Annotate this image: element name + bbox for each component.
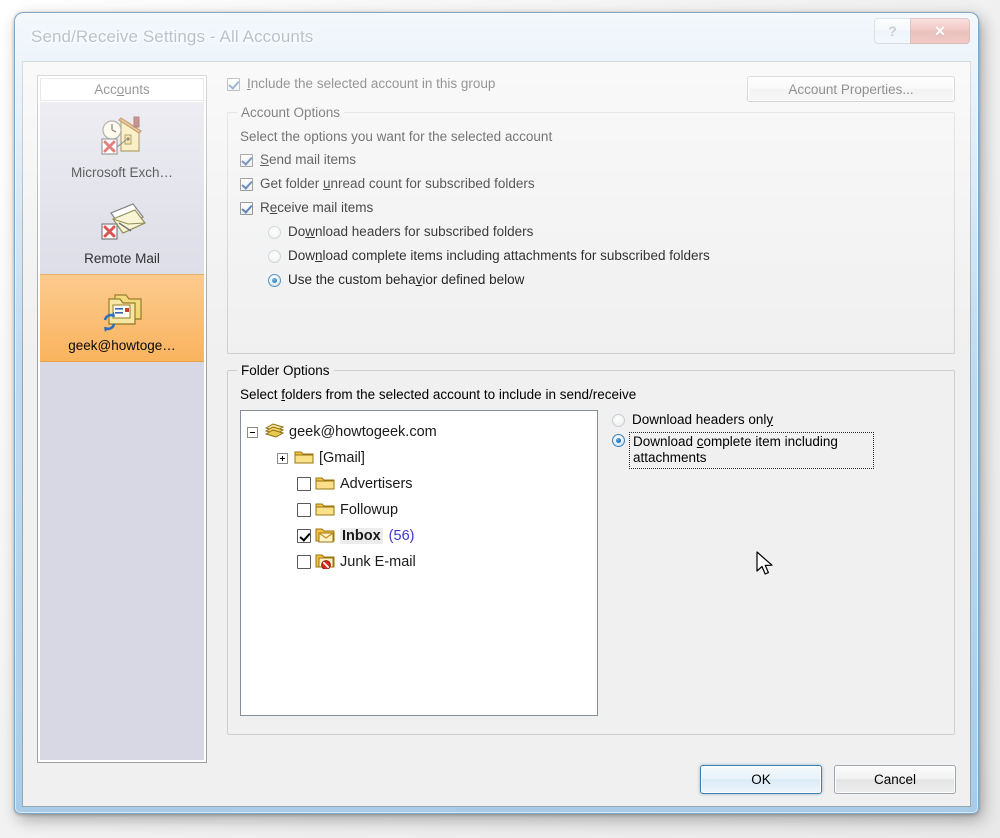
- account-options-group: Account Options Select the options you w…: [227, 105, 955, 354]
- sidebar-item-label: geek@howtoge…: [68, 338, 176, 353]
- receive-mail-items-row[interactable]: Receive mail items: [240, 200, 942, 216]
- inbox-folder-icon: [315, 527, 335, 546]
- tree-node-label: [Gmail]: [319, 450, 365, 466]
- get-unread-count-label: Get folder unread count for subscribed f…: [260, 176, 535, 191]
- folder-options-description: Select folders from the selected account…: [240, 387, 637, 402]
- tree-node-root[interactable]: geek@howtogeek.com: [247, 419, 591, 445]
- account-options-description: Select the options you want for the sele…: [240, 129, 553, 144]
- sidebar-item-geek-account[interactable]: geek@howtoge…: [40, 274, 204, 362]
- accounts-list[interactable]: Microsoft Exch… Remote Mail geek@howtoge…: [40, 102, 204, 760]
- include-account-checkbox-row[interactable]: Include the selected account in this gro…: [227, 76, 495, 92]
- expand-expander-icon[interactable]: [277, 452, 288, 464]
- tree-node-advertisers[interactable]: Advertisers: [247, 471, 591, 497]
- sidebar-item-label: Remote Mail: [84, 251, 160, 266]
- account-properties-button[interactable]: Account Properties...: [747, 76, 955, 102]
- send-mail-items-row[interactable]: Send mail items: [240, 152, 942, 168]
- mailbox-stack-icon: [264, 422, 285, 442]
- tree-node-label: Junk E-mail: [340, 554, 416, 570]
- include-account-row: Include the selected account in this gro…: [219, 70, 963, 102]
- download-headers-subscribed-label: Download headers for subscribed folders: [288, 224, 534, 239]
- include-account-label: Include the selected account in this gro…: [247, 76, 496, 91]
- download-complete-subscribed-row[interactable]: Download complete items including attach…: [268, 248, 942, 264]
- tree-node-label: geek@howtogeek.com: [289, 424, 437, 440]
- tree-node-followup[interactable]: Followup: [247, 497, 591, 523]
- folder-icon: [315, 501, 335, 520]
- ok-button[interactable]: OK: [700, 765, 822, 794]
- junk-folder-icon: [315, 553, 335, 572]
- download-complete-subscribed-label: Download complete items including attach…: [288, 248, 710, 263]
- receive-mail-items-checkbox[interactable]: [240, 202, 253, 215]
- window-title: Send/Receive Settings - All Accounts: [31, 27, 314, 46]
- sidebar-item-label: Microsoft Exch…: [70, 165, 174, 180]
- tree-checkbox-inbox[interactable]: [297, 529, 311, 543]
- download-headers-subscribed-radio[interactable]: [268, 226, 281, 239]
- get-unread-count-checkbox[interactable]: [240, 178, 253, 191]
- dialog-button-bar: OK Cancel: [700, 765, 956, 794]
- folder-icon: [315, 475, 335, 494]
- title-bar: Send/Receive Settings - All Accounts ? ✕: [15, 13, 978, 61]
- send-mail-items-label: Send mail items: [260, 152, 357, 167]
- folder-icon: [294, 449, 314, 468]
- download-headers-only-label: Download headers only: [632, 412, 774, 427]
- tree-node-label: Advertisers: [340, 476, 413, 492]
- dialog-client-area: Accounts Microsoft Exch… Remote Mail gee…: [22, 61, 971, 807]
- download-headers-subscribed-row[interactable]: Download headers for subscribed folders: [268, 224, 942, 240]
- dialog-window: Send/Receive Settings - All Accounts ? ✕…: [14, 12, 979, 814]
- close-glyph: ✕: [934, 22, 946, 39]
- download-complete-item-row[interactable]: Download complete item including attachm…: [612, 432, 874, 469]
- tree-node-inbox[interactable]: Inbox (56): [247, 523, 591, 549]
- tree-node-junk-email[interactable]: Junk E-mail: [247, 549, 591, 575]
- use-custom-behavior-radio[interactable]: [268, 274, 281, 287]
- folder-download-options: Download headers only Download complete …: [612, 410, 874, 716]
- folder-tree[interactable]: geek@howtogeek.com [Gmail] Advertisers F…: [240, 410, 598, 716]
- receive-mail-items-label: Receive mail items: [260, 200, 374, 215]
- folder-selection-area: geek@howtogeek.com [Gmail] Advertisers F…: [240, 410, 942, 716]
- account-options-title: Account Options: [237, 105, 345, 120]
- tree-node-gmail[interactable]: [Gmail]: [247, 445, 591, 471]
- help-icon[interactable]: ?: [874, 18, 910, 44]
- close-icon[interactable]: ✕: [910, 18, 970, 44]
- folder-options-group: Folder Options Select folders from the s…: [227, 363, 955, 735]
- settings-column: Include the selected account in this gro…: [219, 70, 963, 735]
- tree-checkbox-junk-email[interactable]: [297, 555, 311, 569]
- cancel-button[interactable]: Cancel: [834, 765, 956, 794]
- tree-node-label: Inbox: [340, 528, 383, 544]
- use-custom-behavior-label: Use the custom behavior defined below: [288, 272, 525, 287]
- exchange-account-icon: [95, 111, 149, 161]
- get-unread-count-row[interactable]: Get folder unread count for subscribed f…: [240, 176, 942, 192]
- tree-checkbox-advertisers[interactable]: [297, 477, 311, 491]
- tree-checkbox-followup[interactable]: [297, 503, 311, 517]
- accounts-panel: Accounts Microsoft Exch… Remote Mail gee…: [37, 75, 207, 763]
- sidebar-item-remote-mail[interactable]: Remote Mail: [40, 188, 204, 274]
- include-account-checkbox[interactable]: [227, 78, 240, 91]
- send-receive-folder-icon: [95, 284, 149, 334]
- download-headers-only-row[interactable]: Download headers only: [612, 412, 874, 428]
- collapse-expander-icon[interactable]: [247, 426, 258, 438]
- accounts-header-label: Accounts: [94, 82, 150, 97]
- accounts-header: Accounts: [40, 78, 204, 101]
- download-complete-item-label: Download complete item including attachm…: [629, 432, 874, 469]
- sidebar-item-microsoft-exchange[interactable]: Microsoft Exch…: [40, 102, 204, 188]
- help-glyph: ?: [888, 23, 897, 39]
- tree-node-unread-count: (56): [388, 528, 415, 544]
- caption-button-group: ? ✕: [874, 18, 970, 44]
- use-custom-behavior-row[interactable]: Use the custom behavior defined below: [268, 272, 942, 288]
- folder-options-title: Folder Options: [237, 363, 334, 378]
- tree-node-label: Followup: [340, 502, 399, 518]
- download-headers-only-radio[interactable]: [612, 414, 625, 427]
- download-complete-item-radio[interactable]: [612, 434, 625, 447]
- send-mail-items-checkbox[interactable]: [240, 154, 253, 167]
- remote-mail-icon: [95, 197, 149, 247]
- download-complete-subscribed-radio[interactable]: [268, 250, 281, 263]
